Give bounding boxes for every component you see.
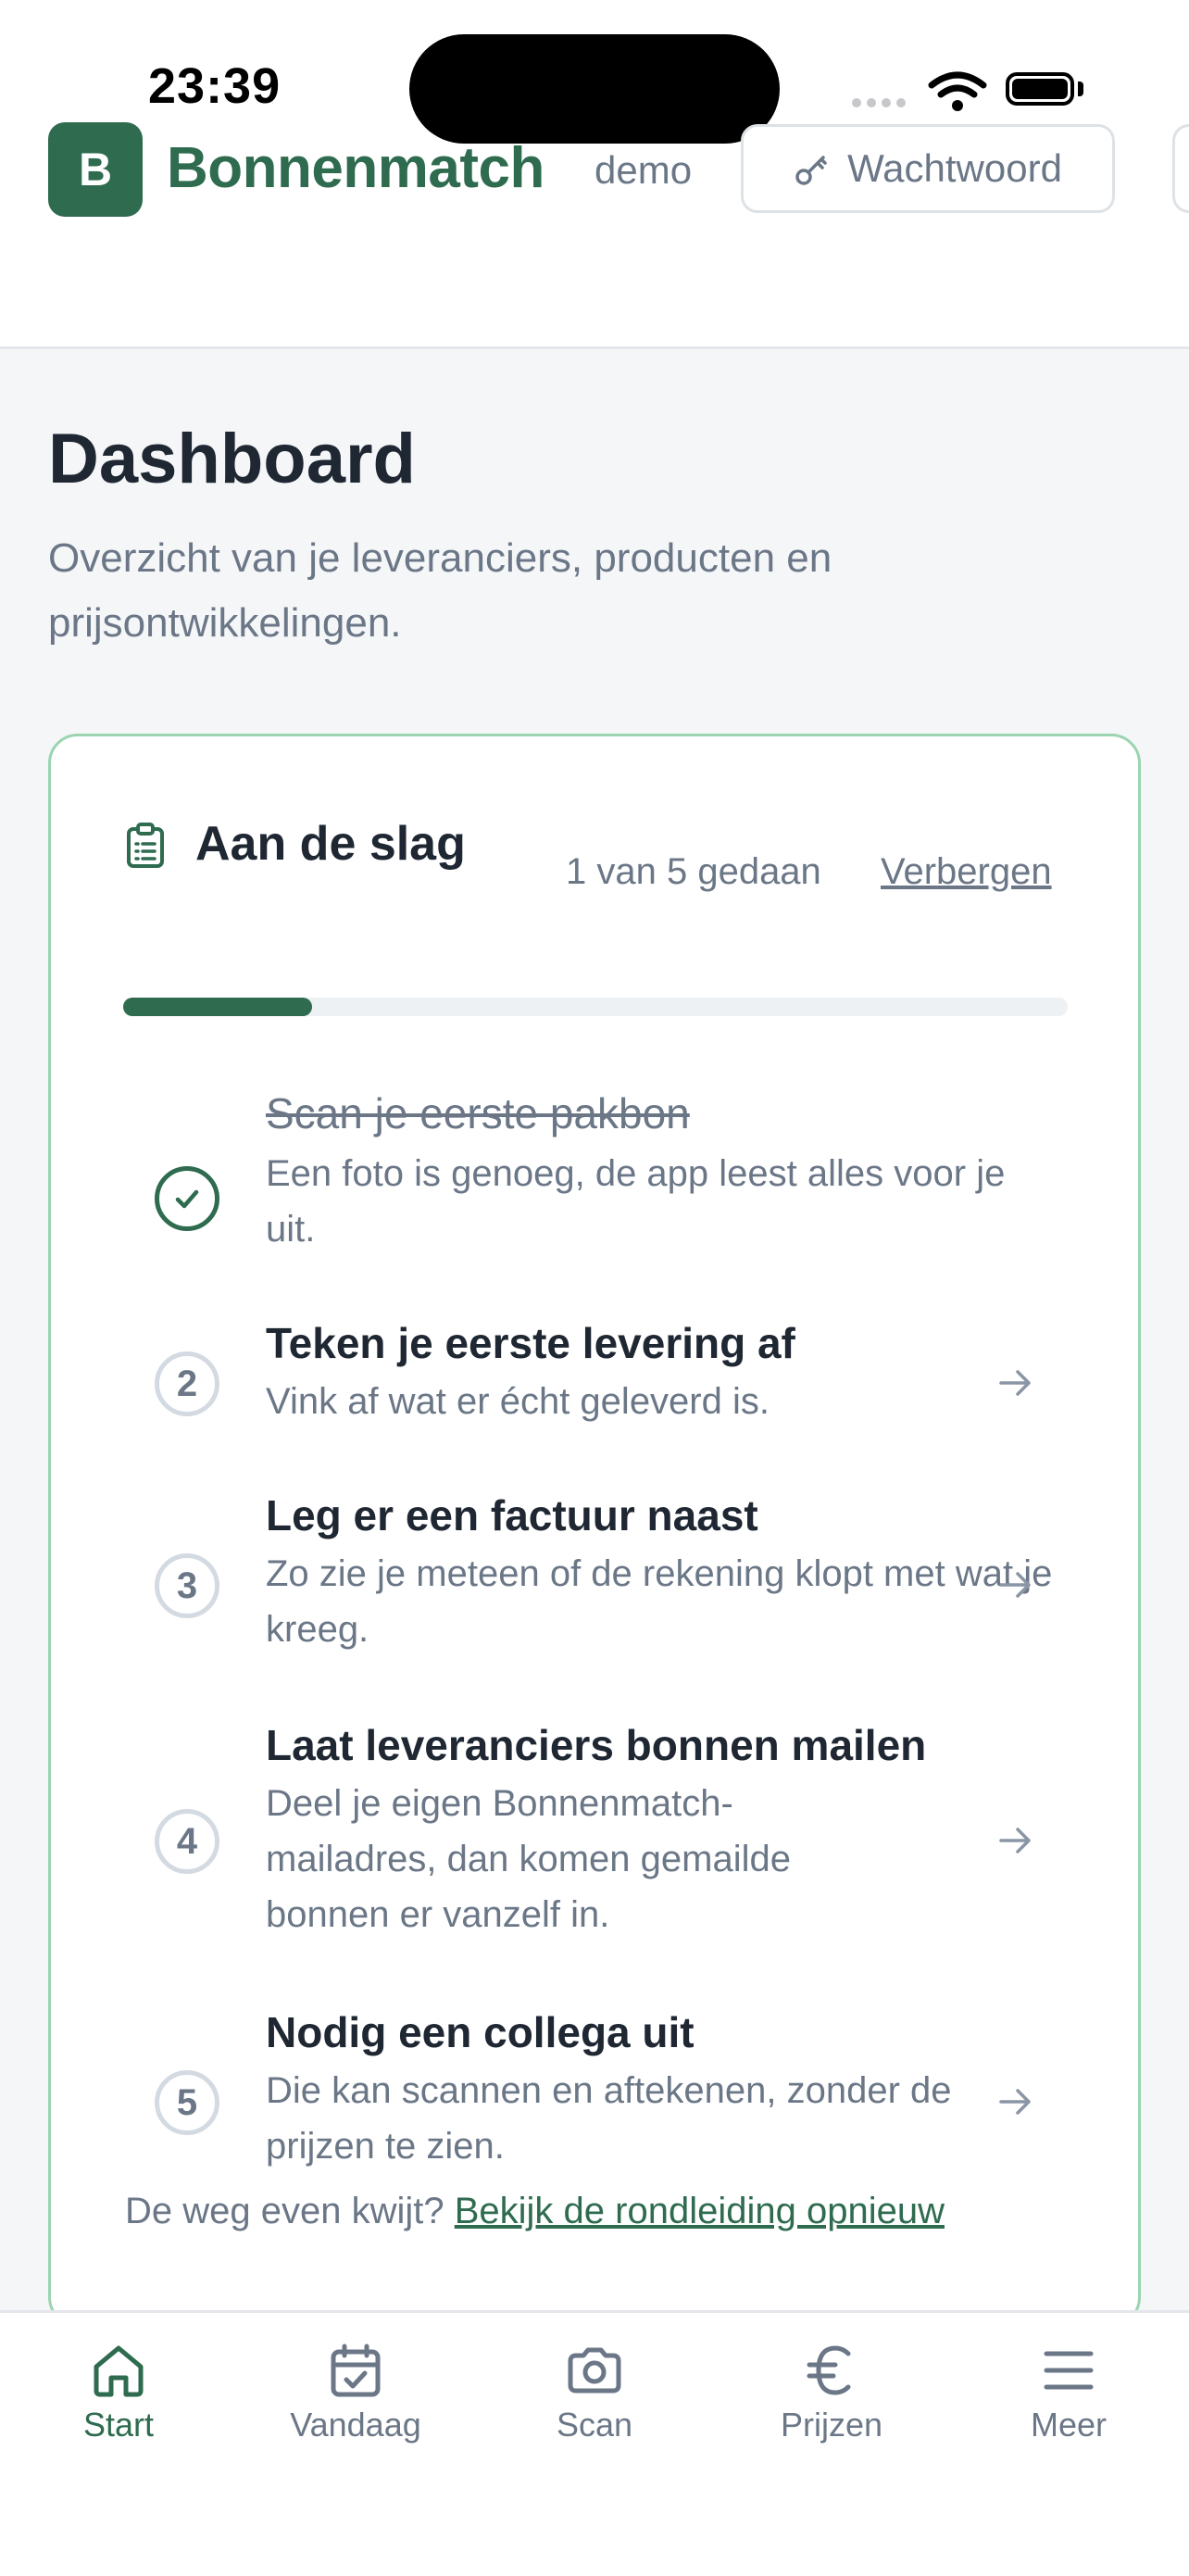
check-circle-icon <box>155 1166 219 1231</box>
step-number: 3 <box>155 1553 219 1618</box>
euro-icon <box>807 2345 851 2395</box>
nav-vandaag[interactable]: Vandaag <box>263 2341 448 2444</box>
onboarding-step-2[interactable]: 2 Teken je eerste levering af Vink af wa… <box>51 1318 1144 1457</box>
status-time: 23:39 <box>148 58 282 114</box>
step-title: Leg er een factuur naast <box>266 1491 758 1539</box>
dynamic-island <box>409 34 780 144</box>
restart-tour-link[interactable]: Bekijk de rondleiding opnieuw <box>455 2191 945 2231</box>
onboarding-title: Aan de slag <box>195 817 466 871</box>
nav-label: Scan <box>556 2406 633 2444</box>
onboarding-step-3[interactable]: 3 Leg er een factuur naast Zo zie je met… <box>51 1490 1144 1676</box>
menu-icon <box>1044 2351 1094 2390</box>
password-button[interactable]: Wachtwoord <box>741 124 1115 213</box>
nav-label: Vandaag <box>290 2406 421 2444</box>
camera-icon <box>568 2347 621 2394</box>
tour-footer-text: De weg even kwijt? <box>125 2191 444 2231</box>
password-button-label: Wachtwoord <box>847 146 1062 190</box>
bottom-navigation: Start Vandaag Scan Prijzen Meer <box>0 2310 1189 2576</box>
nav-meer[interactable]: Meer <box>976 2341 1161 2444</box>
logout-button[interactable] <box>1172 124 1189 213</box>
nav-label: Prijzen <box>780 2406 883 2444</box>
step-title: Scan je eerste pakbon <box>266 1089 690 1137</box>
page-title: Dashboard <box>48 420 416 498</box>
user-name: demo <box>594 148 693 192</box>
tour-footer: De weg even kwijt? Bekijk de rondleiding… <box>125 2191 945 2232</box>
arrow-right-icon <box>999 1828 1031 1853</box>
arrow-right-icon <box>999 1370 1031 1396</box>
onboarding-progress-bar <box>123 998 1068 1016</box>
nav-label: Meer <box>1030 2406 1108 2444</box>
step-title: Nodig een collega uit <box>266 2008 695 2056</box>
arrow-right-icon <box>999 1572 1031 1598</box>
onboarding-card: Aan de slag 1 van 5 gedaan Verbergen Sca… <box>48 734 1141 2327</box>
step-number: 4 <box>155 1809 219 1874</box>
step-number: 2 <box>155 1351 219 1416</box>
app-logo[interactable]: B <box>48 122 143 217</box>
step-title: Laat leveranciers bonnen mailen <box>266 1721 927 1769</box>
step-description: Een foto is genoeg, de app leest alles v… <box>266 1153 1006 1250</box>
clipboard-icon <box>127 823 164 868</box>
step-description: Zo zie je meteen of de rekening klopt me… <box>266 1553 1053 1650</box>
calendar-check-icon <box>331 2344 381 2397</box>
onboarding-step-4[interactable]: 4 Laat leveranciers bonnen mailen Deel j… <box>51 1720 1144 1961</box>
onboarding-progress-text: 1 van 5 gedaan <box>566 851 821 892</box>
step-description: Vink af wat er écht geleverd is. <box>266 1381 770 1422</box>
arrow-right-icon <box>999 2089 1031 2115</box>
top-bar: 23:39 B Bonnenmatch demo Wachtwoord <box>0 0 1189 349</box>
key-icon <box>795 156 827 185</box>
page-subtitle: Overzicht van je leveranciers, producten… <box>48 535 832 646</box>
battery-cap <box>1078 82 1083 96</box>
nav-prijzen[interactable]: Prijzen <box>739 2341 924 2444</box>
step-description: Deel je eigen Bonnenmatch-mailadres, dan… <box>266 1783 791 1935</box>
step-number: 5 <box>155 2070 219 2135</box>
wifi-icon <box>928 71 987 111</box>
step-title: Teken je eerste levering af <box>266 1319 795 1367</box>
onboarding-step-1[interactable]: Scan je eerste pakbon Een foto is genoeg… <box>51 1088 1144 1301</box>
hide-onboarding-link[interactable]: Verbergen <box>881 851 1052 893</box>
nav-scan[interactable]: Scan <box>502 2341 687 2444</box>
onboarding-progress-fill <box>123 998 312 1016</box>
nav-start[interactable]: Start <box>26 2341 211 2444</box>
home-icon <box>94 2345 144 2397</box>
onboarding-step-5[interactable]: 5 Nodig een collega uit Die kan scannen … <box>51 2007 1144 2193</box>
battery-icon <box>1006 72 1074 106</box>
nav-label: Start <box>82 2406 155 2444</box>
cellular-signal-icon <box>852 95 911 112</box>
brand-name[interactable]: Bonnenmatch <box>167 135 544 201</box>
step-description: Die kan scannen en aftekenen, zonder de … <box>266 2070 952 2167</box>
